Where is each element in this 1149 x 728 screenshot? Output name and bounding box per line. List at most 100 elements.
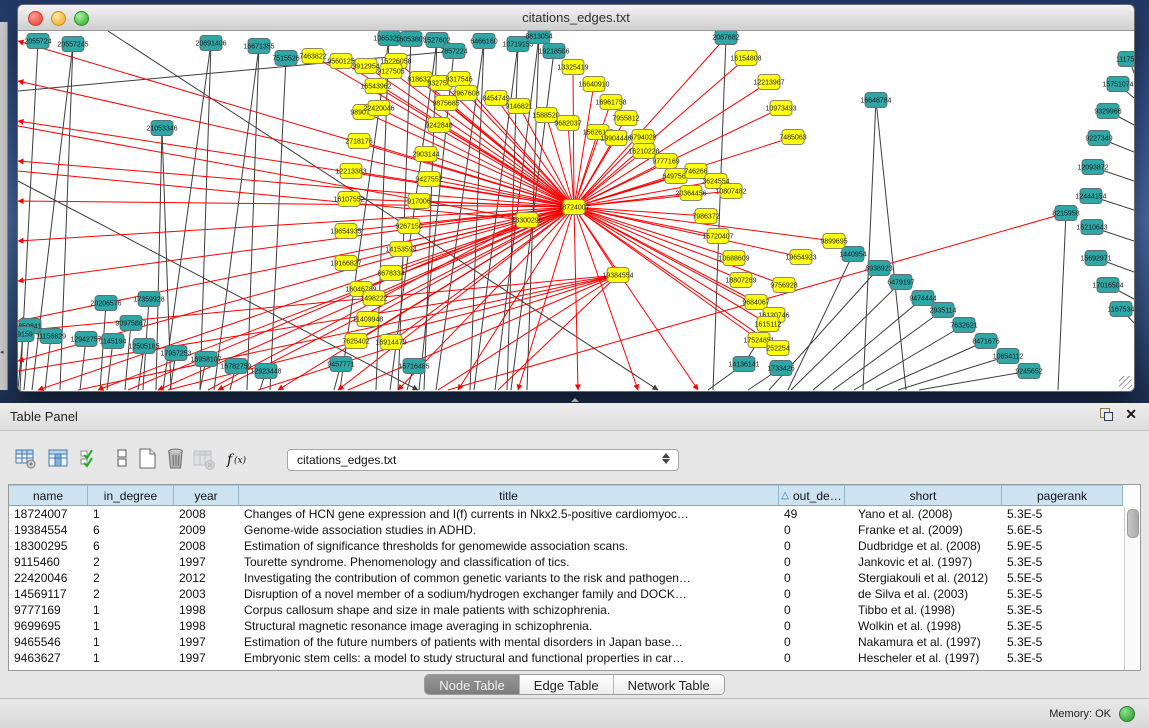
table-panel-header[interactable]: Table Panel ✕ (0, 403, 1149, 431)
table-cell[interactable]: 9465546 (9, 634, 88, 650)
table-cell[interactable]: Stergiakouli et al. (2012) (845, 570, 1002, 586)
control-panel-collapsed-strip[interactable]: ◂ (0, 22, 8, 390)
table-row[interactable]: 1872400712008Changes of HCN gene express… (9, 506, 1140, 522)
column-header-short[interactable]: short (845, 485, 1002, 506)
table-row[interactable]: 946554611997Estimation of the future num… (9, 634, 1140, 650)
table-cell[interactable]: 1 (88, 506, 174, 522)
table-cell[interactable]: 0 (779, 602, 845, 618)
table-cell[interactable]: 0 (779, 650, 845, 666)
table-cell[interactable]: Embryonic stem cells: a model to study s… (239, 650, 779, 666)
collapse-arrow-icon[interactable]: ◂ (0, 348, 4, 356)
table-cell[interactable]: 5.5E-5 (1002, 570, 1123, 586)
table-cell[interactable]: Jankovic et al. (1997) (845, 554, 1002, 570)
function-builder-icon[interactable]: f(x) (225, 447, 255, 471)
table-cell[interactable]: Hescheler et al. (1997) (845, 650, 1002, 666)
table-cell[interactable]: 5.3E-5 (1002, 650, 1123, 666)
table-cell[interactable]: Structural magnetic resonance image aver… (239, 618, 779, 634)
show-columns-icon[interactable] (47, 447, 71, 471)
table-cell[interactable]: Dudbridge et al. (2008) (845, 538, 1002, 554)
edge[interactable] (1058, 213, 1066, 390)
edge-selected[interactable] (574, 207, 638, 390)
table-cell[interactable]: Wolkin et al. (1998) (845, 618, 1002, 634)
vertical-scrollbar[interactable] (1124, 507, 1140, 670)
table-cell[interactable]: 18724007 (9, 506, 88, 522)
table-cell[interactable]: 22420046 (9, 570, 88, 586)
column-header-in_degree[interactable]: in_degree (88, 485, 174, 506)
row-height-icon[interactable] (111, 447, 135, 471)
table-cell[interactable]: 1 (88, 650, 174, 666)
table-cell[interactable]: 5.3E-5 (1002, 506, 1123, 522)
table-cell[interactable]: 19384554 (9, 522, 88, 538)
table-cell[interactable]: Investigating the contribution of common… (239, 570, 779, 586)
table-row[interactable]: 977716911998Corpus callosum shape and si… (9, 602, 1140, 618)
table-cell[interactable]: Genome-wide association studies in ADHD. (239, 522, 779, 538)
table-cell[interactable]: 1 (88, 618, 174, 634)
table-cell[interactable]: 2 (88, 586, 174, 602)
table-cell[interactable]: 5.3E-5 (1002, 602, 1123, 618)
table-cell[interactable]: Yano et al. (2008) (845, 506, 1002, 522)
select-columns-icon[interactable] (78, 447, 102, 471)
table-cell[interactable]: 2009 (174, 522, 239, 538)
table-selector-dropdown[interactable]: citations_edges.txt (287, 449, 679, 471)
minimize-window-button[interactable] (51, 11, 66, 26)
edge[interactable] (876, 341, 986, 390)
network-canvas[interactable]: 2055724205572452069140616671355751552610… (18, 31, 1134, 391)
edge[interactable] (788, 254, 853, 390)
table-cell[interactable]: 2008 (174, 506, 239, 522)
memory-status-indicator[interactable] (1119, 706, 1135, 722)
delete-attributes-icon[interactable] (164, 447, 188, 471)
table-cell[interactable]: Tourette syndrome. Phenomenology and cla… (239, 554, 779, 570)
edge-selected[interactable] (573, 67, 574, 207)
table-cell[interactable]: Corpus callosum shape and size in male p… (239, 602, 779, 618)
table-cell[interactable]: 1998 (174, 602, 239, 618)
edge-selected[interactable] (574, 132, 598, 207)
edge-selected[interactable] (18, 126, 527, 220)
table-cell[interactable]: 2 (88, 554, 174, 570)
column-header-out_de[interactable]: △out_de… (779, 485, 845, 506)
edge[interactable] (833, 310, 943, 390)
table-cell[interactable]: 5.3E-5 (1002, 554, 1123, 570)
table-cell[interactable]: 0 (779, 522, 845, 538)
edge-selected[interactable] (18, 121, 574, 207)
table-cell[interactable]: Estimation of significance thresholds fo… (239, 538, 779, 554)
table-cell[interactable]: 9699695 (9, 618, 88, 634)
column-header-name[interactable]: name (9, 485, 88, 506)
table-cell[interactable]: 6 (88, 538, 174, 554)
tab-edge-table[interactable]: Edge Table (520, 675, 614, 694)
table-cell[interactable]: 5.3E-5 (1002, 634, 1123, 650)
table-row[interactable]: 2242004622012Investigating the contribut… (9, 570, 1140, 586)
table-cell[interactable]: 2 (88, 570, 174, 586)
table-cell[interactable]: 5.3E-5 (1002, 618, 1123, 634)
tab-node-table[interactable]: Node Table (425, 675, 520, 694)
table-cell[interactable]: 0 (779, 570, 845, 586)
window-titlebar[interactable]: citations_edges.txt (18, 5, 1134, 31)
table-cell[interactable]: 1997 (174, 650, 239, 666)
edge[interactable] (876, 100, 906, 390)
table-row[interactable]: 1938455462009Genome-wide association stu… (9, 522, 1140, 538)
table-cell[interactable]: 5.9E-5 (1002, 538, 1123, 554)
table-cell[interactable]: 0 (779, 618, 845, 634)
edge[interactable] (919, 371, 1029, 390)
table-cell[interactable]: 14569117 (9, 586, 88, 602)
table-cell[interactable]: 0 (779, 538, 845, 554)
table-cell[interactable]: 1 (88, 634, 174, 650)
edge-selected[interactable] (364, 112, 574, 207)
table-cell[interactable]: 5.6E-5 (1002, 522, 1123, 538)
splitter-handle-icon[interactable] (571, 398, 579, 402)
table-row[interactable]: 1830029562008Estimation of significance … (9, 538, 1140, 554)
edge[interactable] (45, 336, 51, 390)
new-table-icon[interactable] (136, 447, 160, 471)
table-settings-icon[interactable] (14, 447, 38, 471)
edge[interactable] (863, 100, 876, 390)
table-cell[interactable]: Tibbo et al. (1998) (845, 602, 1002, 618)
table-cell[interactable]: 1997 (174, 554, 239, 570)
table-cell[interactable]: 9777169 (9, 602, 88, 618)
table-cell[interactable]: Franke et al. (2009) (845, 522, 1002, 538)
table-cell[interactable]: Changes of HCN gene expression and I(f) … (239, 506, 779, 522)
edge-selected[interactable] (574, 207, 618, 275)
scrollbar-thumb[interactable] (1127, 509, 1139, 538)
table-cell[interactable]: Disruption of a novel member of a sodium… (239, 586, 779, 602)
table-row[interactable]: 1456911722003Disruption of a novel membe… (9, 586, 1140, 602)
table-cell[interactable]: Estimation of the future numbers of pati… (239, 634, 779, 650)
edge-selected[interactable] (18, 161, 574, 207)
